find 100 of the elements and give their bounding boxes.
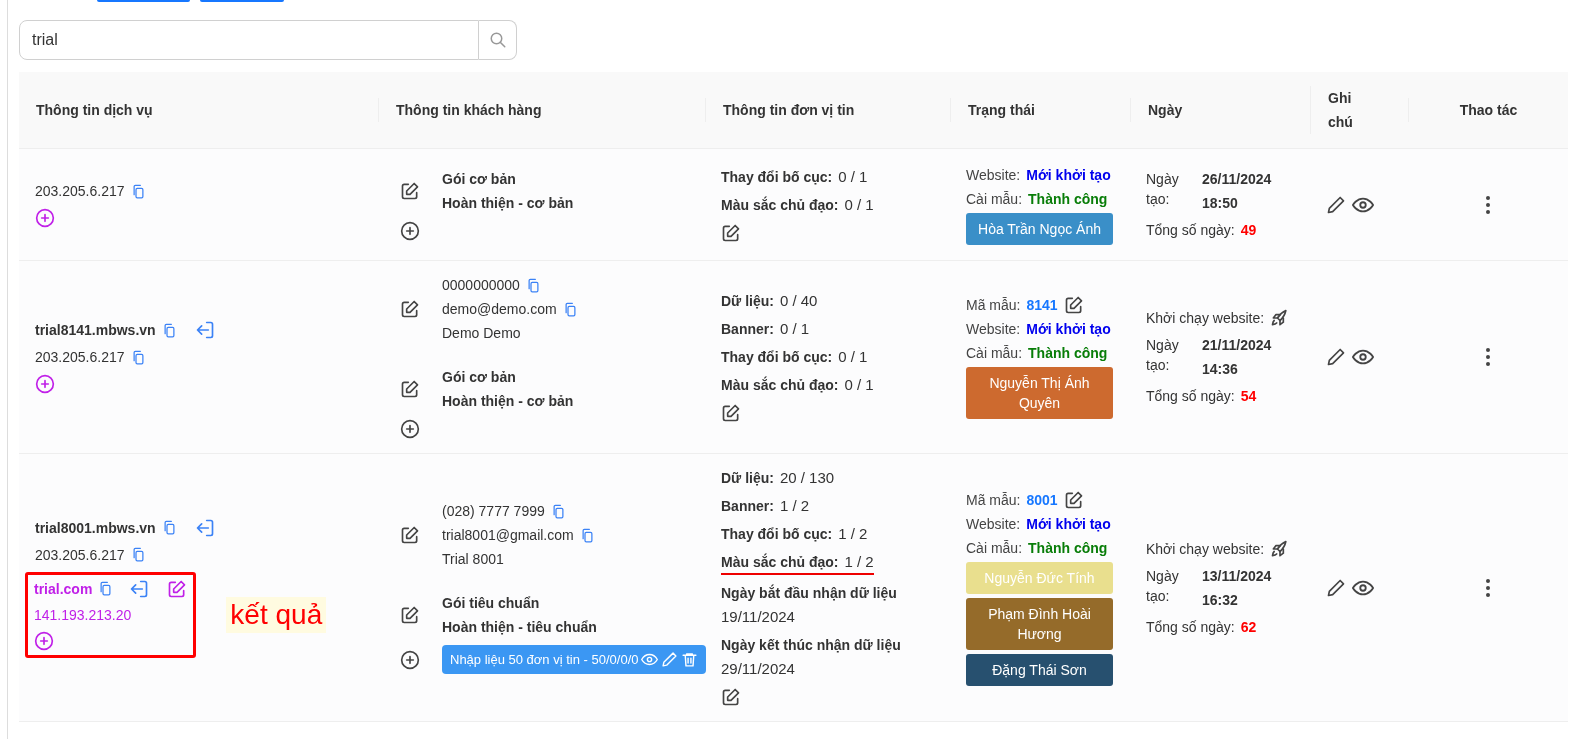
add-icon[interactable] [400,649,420,670]
trash-icon[interactable] [681,651,699,668]
website-label: Website: [966,320,1021,339]
created-time: 18:50 [1202,194,1239,213]
website-status: Mới khởi tạo [1026,165,1111,185]
days-count: 62 [1240,617,1257,637]
edit-icon[interactable] [400,379,420,399]
phone-number: 0000000000 [442,276,520,295]
days-label: Tổng số ngày: [1146,221,1235,240]
add-icon[interactable] [400,419,420,439]
package-name: Gói tiêu chuẩn [442,594,541,613]
ip-address: 203.205.6.217 [35,545,125,565]
copy-icon[interactable] [98,581,114,596]
column-header: Thông tin khách hàng [378,98,705,122]
launch-label: Khởi chạy website: [1146,309,1265,328]
copy-icon[interactable] [130,547,146,562]
copy-icon[interactable] [130,183,146,199]
login-icon[interactable] [194,517,215,538]
unit-count: 0 / 1 [838,166,868,187]
template-code-label: Mã mẫu: [966,490,1021,510]
pencil-icon[interactable] [1326,347,1346,367]
install-status: Thành công [1028,189,1108,209]
days-count: 49 [1240,221,1257,240]
column-header: Ngày [1130,98,1310,122]
domain-name: trial.com [34,579,93,599]
created-time: 16:32 [1202,590,1239,610]
edit-icon[interactable] [400,299,420,319]
column-header: Trạng thái [950,98,1130,122]
customer-name: Trial 8001 [442,550,505,569]
add-icon[interactable] [400,220,420,241]
edit-icon[interactable] [721,403,741,423]
search-field[interactable]: trial [19,20,479,60]
copy-icon[interactable] [579,527,595,543]
add-icon[interactable] [35,374,55,394]
unit-label: Thay đổi bố cục: [721,525,833,544]
unit-count: 0 / 1 [844,375,874,395]
login-icon[interactable] [129,578,150,599]
edit-icon[interactable] [1063,295,1084,315]
copy-icon[interactable] [161,520,177,535]
completion-level: Hoàn thiện - cơ bản [442,392,575,411]
unit-count: 0 / 1 [838,347,868,367]
copy-icon[interactable] [161,322,177,338]
created-label: Ngày tạo: [1146,566,1180,606]
edit-icon[interactable] [400,525,420,545]
ip-address: 203.205.6.217 [35,348,125,367]
install-label: Cài mẫu: [966,344,1023,363]
staff-button[interactable]: Đặng Thái Sơn [966,653,1113,686]
search-button[interactable] [479,20,517,60]
pencil-icon[interactable] [1326,577,1346,598]
completion-level: Hoàn thiện - tiêu chuẩn [442,618,598,637]
copy-icon[interactable] [130,349,146,365]
unit-count: 0 / 40 [779,291,818,311]
created-date: 21/11/2024 [1202,336,1273,355]
staff-button[interactable]: Hòa Trần Ngọc Ánh [966,212,1113,245]
domain-name: trial8001.mbws.vn [35,518,156,538]
email-address: demo@demo.com [442,300,557,319]
template-code: 8141 [1026,296,1058,315]
website-status: Mới khởi tạo [1026,514,1111,534]
created-time: 14:36 [1202,360,1239,379]
edit-icon[interactable] [400,180,420,201]
staff-button[interactable]: Phạm Đình Hoài Hương [966,597,1113,650]
edit-icon[interactable] [721,222,741,243]
unit-label: Dữ liệu: [721,292,774,311]
website-label: Website: [966,514,1021,534]
staff-button[interactable]: Nguyễn Thị Ánh Quyên [966,367,1113,419]
period-date: 29/11/2024 [721,659,796,679]
column-header: Thông tin dịch vụ [35,101,154,120]
annotation-label: kết quả [226,596,327,633]
copy-icon[interactable] [550,503,566,519]
pencil-icon[interactable] [1326,194,1346,215]
unit-count: 0 / 1 [779,319,810,339]
ip-address: 203.205.6.217 [35,182,125,201]
template-code: 8001 [1026,490,1058,510]
task-chip[interactable]: Nhập liệu 50 đơn vị tin - 50/0/0/0 [442,645,707,674]
unit-label: Màu sắc chủ đạo: [721,375,839,395]
launch-label: Khởi chạy website: [1146,539,1265,559]
template-code-label: Mã mẫu: [966,296,1021,315]
created-label: Ngày tạo: [1146,170,1180,209]
completion-level: Hoàn thiện - cơ bản [442,193,575,213]
created-date: 13/11/2024 [1202,566,1273,586]
copy-icon[interactable] [525,277,541,293]
customer-name: Demo Demo [442,324,522,343]
unit-label: Banner: [721,320,774,339]
package-name: Gói cơ bản [442,368,517,387]
add-icon[interactable] [34,630,54,651]
website-status: Mới khởi tạo [1026,320,1111,339]
search-icon [488,31,507,49]
edit-icon[interactable] [1063,489,1084,510]
copy-icon[interactable] [562,301,578,317]
website-label: Website: [966,165,1021,185]
login-icon[interactable] [194,320,215,340]
install-label: Cài mẫu: [966,189,1023,209]
days-label: Tổng số ngày: [1146,617,1235,637]
period-label: Ngày bắt đầu nhận dữ liệu [721,583,898,603]
unit-label: Banner: [721,497,774,516]
add-icon[interactable] [35,208,55,228]
unit-count: 0 / 1 [844,194,874,215]
edit-icon[interactable] [721,687,741,707]
edit-icon[interactable] [167,578,188,599]
edit-icon[interactable] [400,605,420,625]
